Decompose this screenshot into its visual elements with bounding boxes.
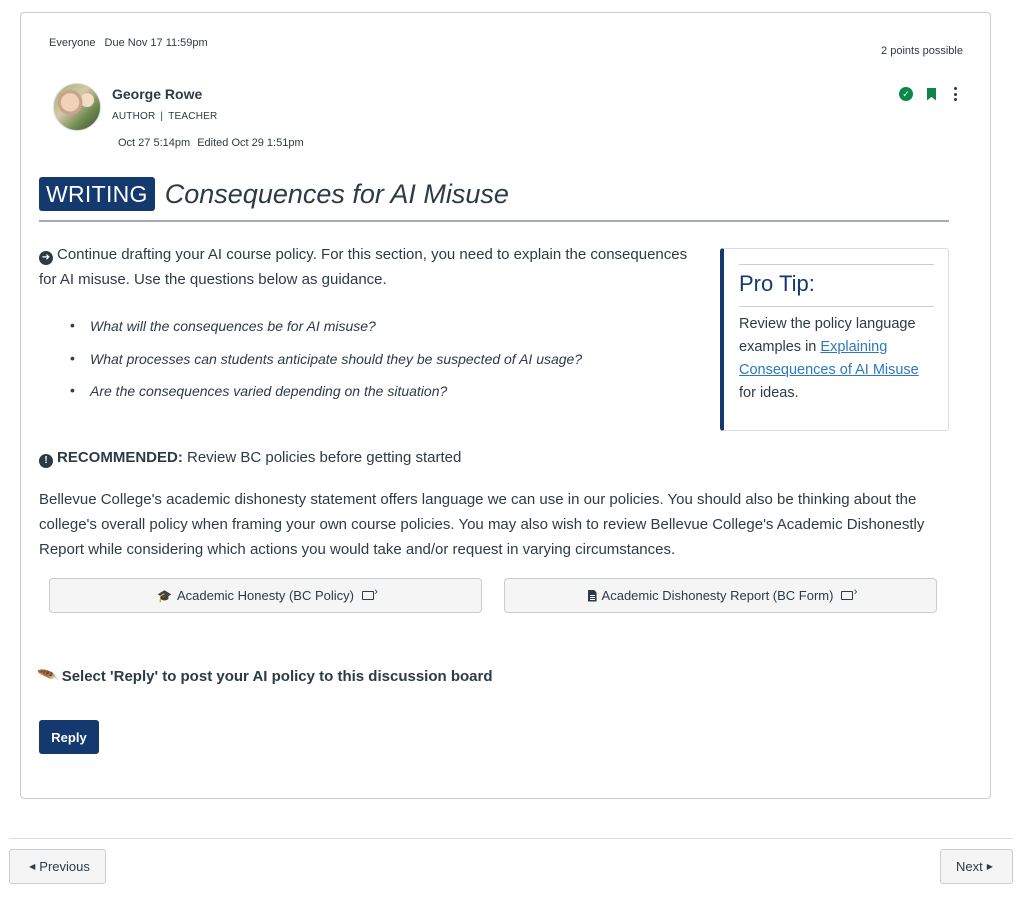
audience-label: Everyone: [49, 37, 96, 49]
post-actions: ✓: [899, 87, 960, 101]
button-label: Academic Dishonesty Report (BC Form): [601, 588, 834, 603]
arrow-circle-right-icon: ➜: [39, 251, 53, 265]
recommended-label: RECOMMENDED:: [57, 449, 183, 466]
previous-button[interactable]: ◀ Previous: [9, 849, 106, 884]
pro-tip-title: Pro Tip:: [739, 271, 815, 296]
intro-text: ➜ Continue drafting your AI course policy…: [39, 242, 699, 292]
reply-prompt-text: Select 'Reply' to post your AI policy to…: [61, 668, 493, 685]
intro-body: Continue drafting your AI course policy.…: [39, 246, 688, 288]
previous-label: Previous: [39, 859, 90, 874]
list-item: What will the consequences be for AI mis…: [70, 317, 582, 351]
divider: [739, 264, 934, 265]
post-dates: Oct 27 5:14pm Edited Oct 29 1:51pm: [118, 137, 304, 149]
writing-badge: WRITING: [39, 177, 155, 211]
document-icon: [587, 589, 597, 602]
divider: [739, 306, 934, 307]
graduation-cap-icon: 🎓: [157, 588, 172, 603]
posted-date: Oct 27 5:14pm: [118, 137, 191, 149]
avatar[interactable]: [53, 83, 101, 131]
guidance-questions: What will the consequences be for AI mis…: [70, 317, 582, 416]
feather-icon: 🪶: [36, 665, 61, 688]
assignment-meta: Everyone Due Nov 17 11:59pm: [49, 37, 214, 49]
caret-left-icon: ◀: [29, 862, 36, 871]
role-author: AUTHOR: [112, 111, 156, 122]
kebab-menu-icon[interactable]: [950, 87, 960, 101]
reply-prompt: 🪶Select 'Reply' to post your AI policy t…: [36, 665, 493, 688]
reply-button[interactable]: Reply: [39, 720, 99, 754]
role-separator: |: [160, 111, 164, 122]
recommended-note: ! RECOMMENDED: Review BC policies before …: [39, 449, 461, 468]
list-item: Are the consequences varied depending on…: [70, 382, 582, 416]
external-link-icon: [841, 586, 857, 600]
check-circle-icon[interactable]: ✓: [899, 87, 913, 101]
edited-date: Edited Oct 29 1:51pm: [197, 137, 304, 149]
external-link-icon: [361, 586, 378, 600]
policy-paragraph: Bellevue College's academic dishonesty s…: [39, 491, 925, 558]
author-roles: AUTHOR | TEACHER: [112, 111, 217, 122]
caret-right-icon: ▶: [986, 862, 993, 871]
points-possible: 2 points possible: [881, 45, 963, 57]
academic-honesty-button[interactable]: 🎓 Academic Honesty (BC Policy): [49, 578, 482, 613]
pro-tip-text-end: for ideas.: [739, 385, 799, 401]
section-heading: WRITING Consequences for AI Misuse: [39, 177, 949, 222]
author-name[interactable]: George Rowe: [112, 86, 202, 102]
list-item: What processes can students anticipate s…: [70, 350, 582, 384]
pro-tip-box: Pro Tip: Review the policy language exam…: [720, 248, 949, 431]
exclamation-circle-icon: !: [39, 454, 53, 468]
academic-dishonesty-report-button[interactable]: Academic Dishonesty Report (BC Form): [504, 578, 937, 613]
next-label: Next: [956, 859, 983, 874]
role-teacher: TEACHER: [168, 111, 218, 122]
button-label: Academic Honesty (BC Policy): [176, 588, 354, 603]
recommended-text: Review BC policies before getting starte…: [182, 449, 462, 466]
divider: [9, 838, 1013, 839]
page-title: Consequences for AI Misuse: [164, 179, 509, 209]
pro-tip-body: Review the policy language examples in E…: [739, 313, 939, 405]
bookmark-icon[interactable]: [927, 87, 936, 101]
next-button[interactable]: Next ▶: [940, 849, 1013, 884]
due-date: Due Nov 17 11:59pm: [104, 37, 208, 49]
